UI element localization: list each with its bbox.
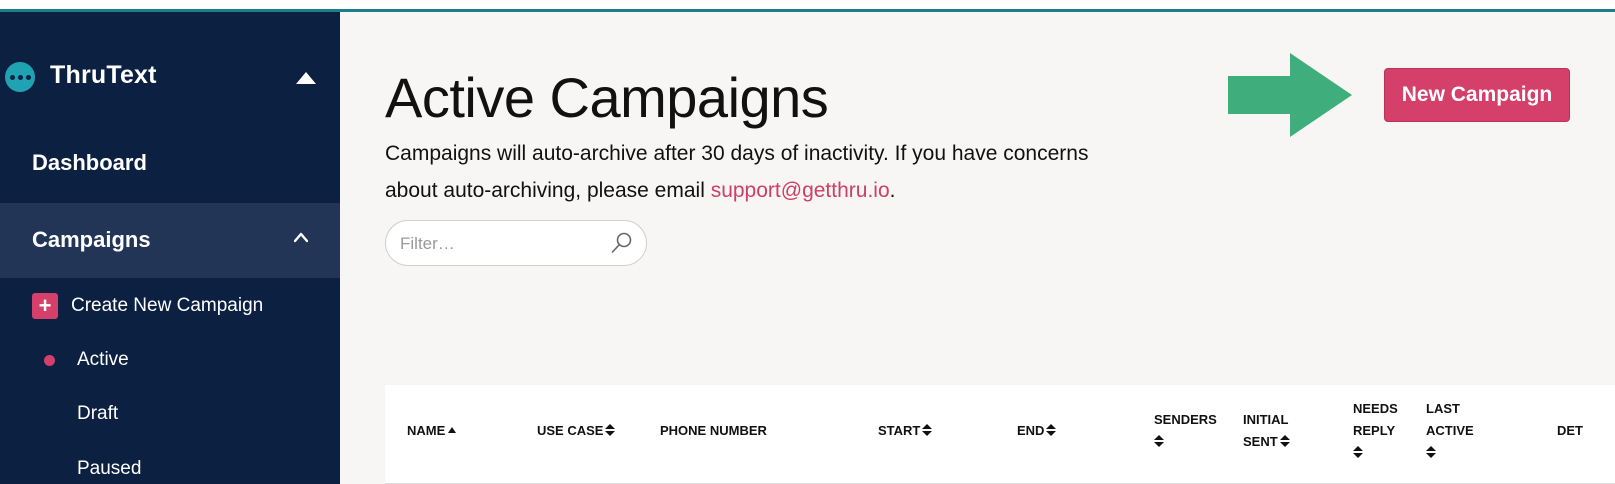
column-header-last-active[interactable]: LAST ACTIVE [1426, 398, 1474, 464]
new-campaign-button[interactable]: New Campaign [1384, 68, 1570, 122]
sort-icon [1154, 435, 1164, 447]
description-end: . [889, 179, 896, 202]
column-label: LAST [1426, 401, 1460, 416]
column-label: NEEDS [1353, 401, 1398, 416]
page-description: Campaigns will auto-archive after 30 day… [385, 135, 1145, 209]
column-header-start[interactable]: START [878, 420, 933, 442]
column-label: SENDERS [1154, 412, 1217, 427]
thrutext-logo-icon [5, 62, 35, 92]
chevron-up-icon[interactable] [294, 231, 308, 245]
brand-name: ThruText [50, 61, 157, 89]
column-label: SENT [1243, 434, 1278, 449]
sidebar-item-draft[interactable]: Draft [0, 397, 340, 429]
filter-box[interactable] [385, 220, 647, 266]
column-label: NAME [407, 423, 446, 438]
column-label: REPLY [1353, 423, 1396, 438]
sort-ascending-icon [448, 427, 457, 433]
sidebar-item-campaigns[interactable]: Campaigns [0, 203, 340, 278]
brand-header[interactable]: ThruText [0, 48, 340, 104]
column-header-name[interactable]: NAME [407, 420, 457, 442]
sidebar-item-create-campaign[interactable]: + Create New Campaign [0, 289, 340, 321]
page-title: Active Campaigns [385, 66, 829, 129]
column-header-end[interactable]: END [1017, 420, 1057, 442]
sidebar: ThruText Dashboard Campaigns + Create Ne… [0, 12, 340, 484]
sort-icon [1426, 446, 1436, 458]
sidebar-item-dashboard[interactable]: Dashboard [0, 132, 340, 196]
search-icon[interactable] [610, 231, 634, 255]
column-header-initial-sent[interactable]: INITIAL SENT [1243, 409, 1290, 453]
sort-icon [1046, 424, 1057, 436]
sidebar-item-label: Active [77, 349, 129, 370]
main-content: Active Campaigns Campaigns will auto-arc… [340, 15, 1615, 484]
support-email-link[interactable]: support@getthru.io [711, 179, 890, 202]
column-label: INITIAL [1243, 412, 1289, 427]
sidebar-item-label: Campaigns [32, 227, 151, 252]
sidebar-item-label: Dashboard [32, 150, 147, 175]
sidebar-item-paused[interactable]: Paused [0, 452, 340, 484]
arrow-right-icon [1228, 53, 1352, 137]
active-indicator-dot [44, 355, 55, 366]
sort-icon [605, 424, 616, 436]
caret-up-icon[interactable] [296, 72, 316, 84]
column-header-use-case[interactable]: USE CASE [537, 420, 616, 442]
top-accent-bar [0, 0, 1615, 12]
sidebar-item-label: Paused [77, 458, 142, 479]
column-label: PHONE NUMBER [660, 423, 767, 438]
column-header-phone-number: PHONE NUMBER [660, 420, 767, 442]
sidebar-item-active[interactable]: Active [0, 343, 340, 375]
campaigns-table-header: NAME USE CASE PHONE NUMBER START END SEN… [385, 385, 1615, 484]
sort-icon [1279, 435, 1290, 447]
column-label: END [1017, 423, 1045, 438]
column-label: START [878, 423, 921, 438]
column-header-needs-reply[interactable]: NEEDS REPLY [1353, 398, 1398, 464]
sidebar-item-label: Draft [77, 403, 119, 424]
filter-input[interactable] [400, 231, 600, 257]
column-header-senders[interactable]: SENDERS [1154, 409, 1217, 453]
column-header-details: DET [1557, 420, 1615, 442]
column-label: DET [1557, 423, 1583, 438]
sort-icon [1353, 446, 1363, 458]
plus-icon: + [32, 293, 58, 319]
sort-icon [922, 424, 933, 436]
column-label: ACTIVE [1426, 423, 1474, 438]
sidebar-item-label: Create New Campaign [71, 295, 264, 316]
column-label: USE CASE [537, 423, 604, 438]
